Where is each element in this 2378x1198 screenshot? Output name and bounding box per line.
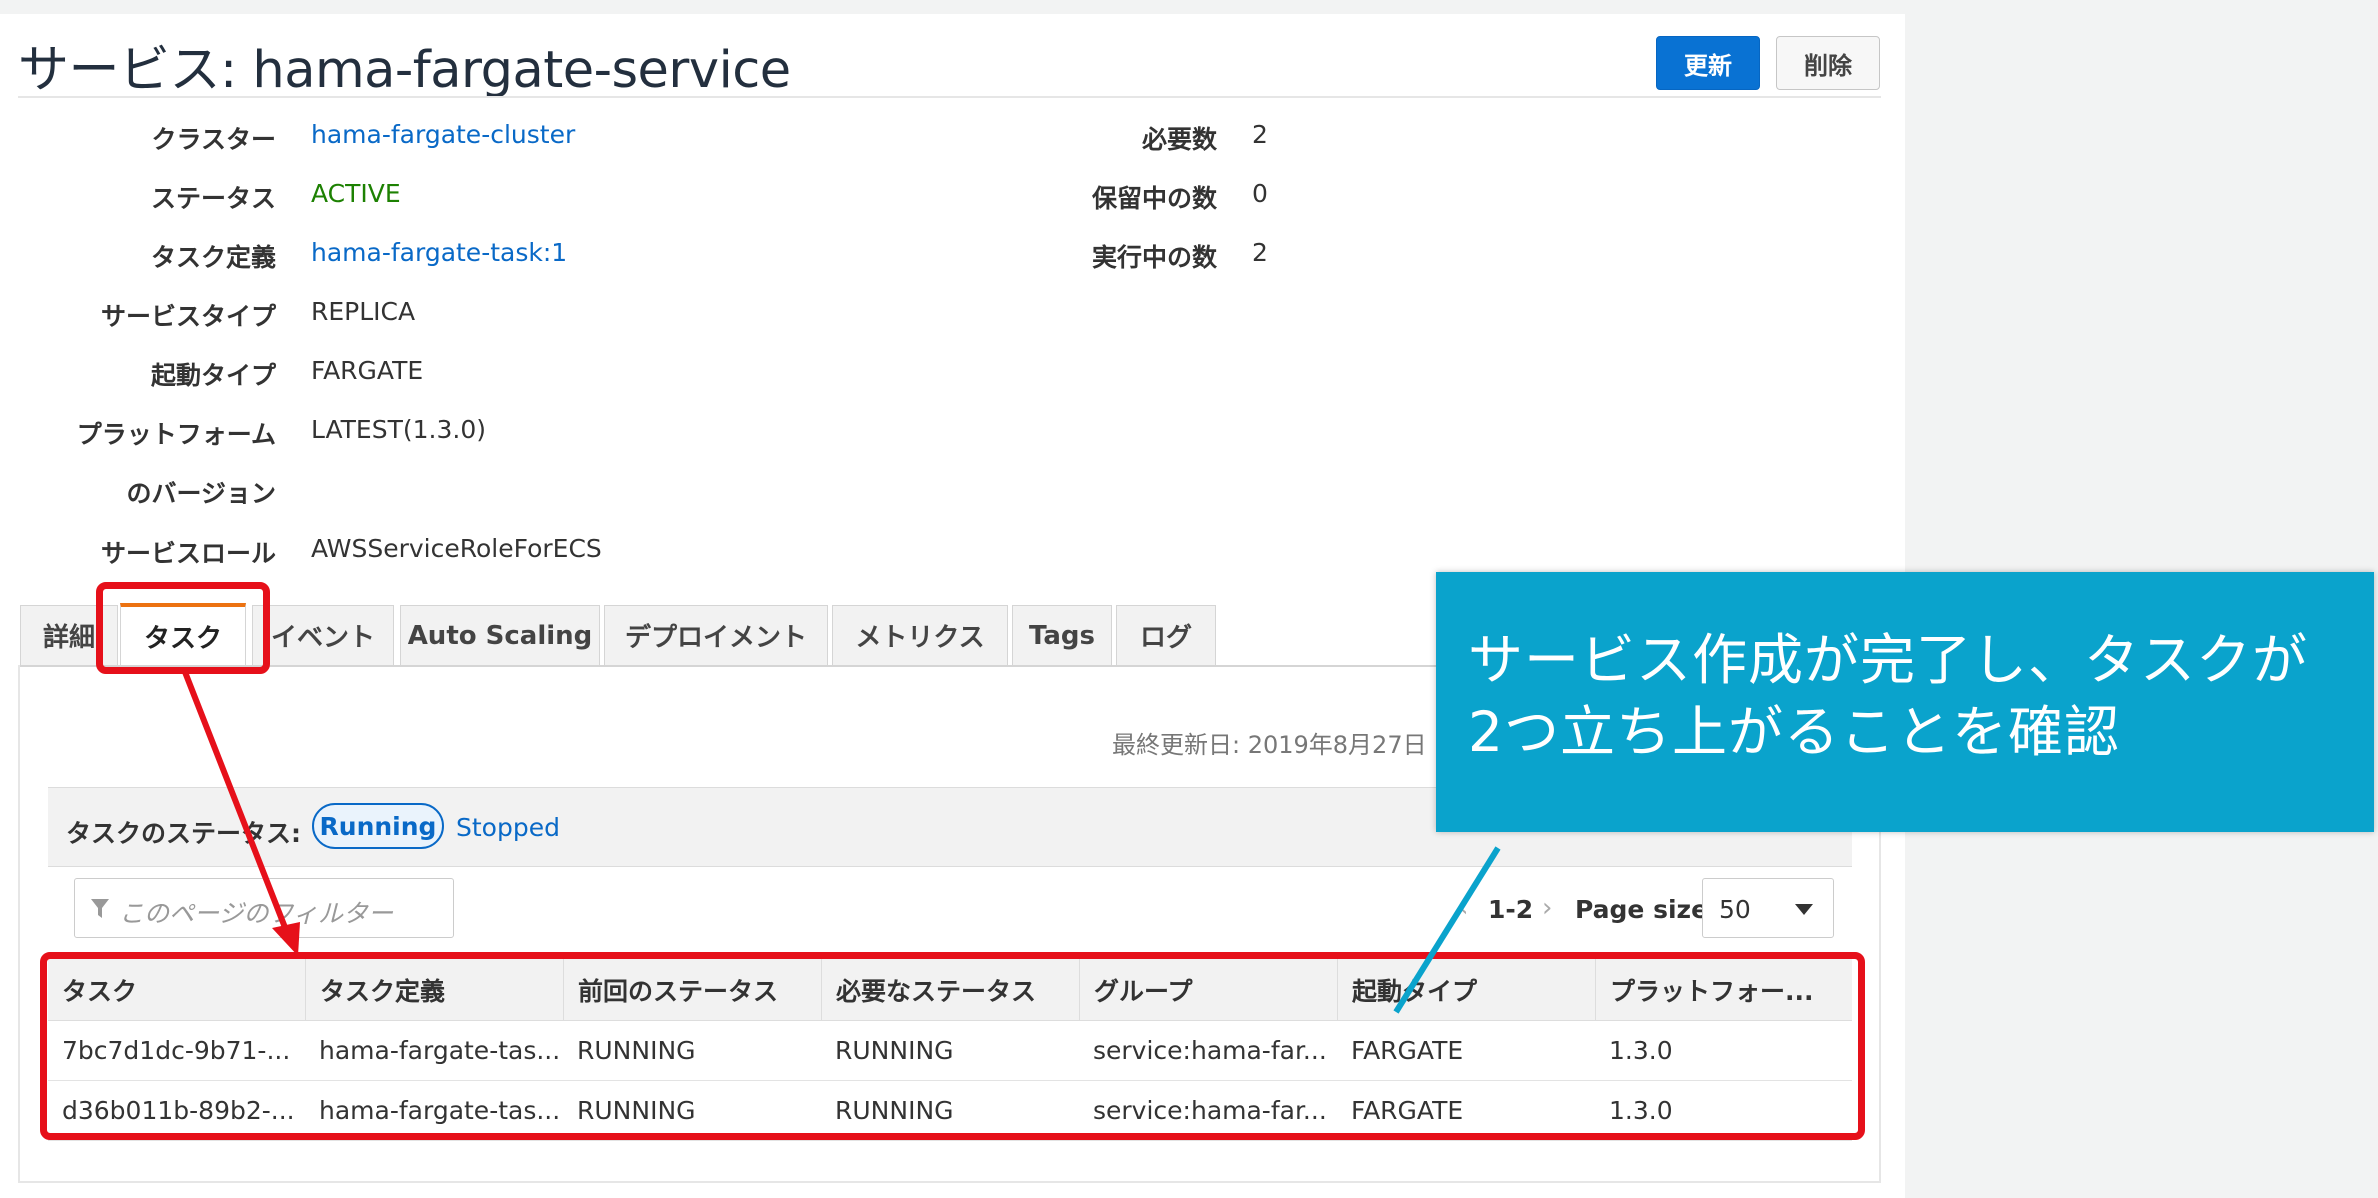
title-divider xyxy=(18,96,1881,98)
update-button[interactable]: 更新 xyxy=(1656,36,1760,90)
cluster-label: クラスター xyxy=(151,125,276,154)
desired-count-label: 必要数 xyxy=(1141,125,1217,154)
annotation-callout: サービス作成が完了し、タスクが 2つ立ち上がることを確認 xyxy=(1436,572,2374,832)
service-role-value: AWSServiceRoleForECS xyxy=(311,534,602,563)
running-filter-pill[interactable]: Running xyxy=(312,803,444,849)
filter-placeholder: このページのフィルター xyxy=(119,899,394,928)
service-role-label: サービスロール xyxy=(100,539,276,568)
status-value: ACTIVE xyxy=(311,179,401,208)
pending-count-value: 0 xyxy=(1252,179,1268,208)
prev-page-icon[interactable]: ‹ xyxy=(1458,893,1468,923)
task-definition-link[interactable]: hama-fargate-task:1 xyxy=(311,238,567,267)
funnel-icon xyxy=(91,899,109,918)
service-type-value: REPLICA xyxy=(311,297,416,326)
running-count-value: 2 xyxy=(1252,238,1268,267)
platform-label: プラットフォーム xyxy=(76,420,276,449)
filter-input[interactable]: このページのフィルター xyxy=(74,878,454,938)
launch-type-label: 起動タイプ xyxy=(150,361,276,390)
page-size-select[interactable]: 50 xyxy=(1702,878,1834,938)
stopped-filter-link[interactable]: Stopped xyxy=(456,813,560,842)
page-size-value: 50 xyxy=(1719,895,1751,924)
platform-version-label: のバージョン xyxy=(126,479,276,508)
cluster-link[interactable]: hama-fargate-cluster xyxy=(311,120,575,149)
status-label: ステータス xyxy=(150,184,276,213)
desired-count-value: 2 xyxy=(1252,120,1268,149)
page-title: サービス: hama-fargate-service xyxy=(18,41,791,100)
task-status-label: タスクのステータス: xyxy=(66,819,301,848)
platform-value: LATEST(1.3.0) xyxy=(311,415,486,444)
callout-line-1: サービス作成が完了し、タスクが xyxy=(1468,628,2309,692)
page-size-label: Page size xyxy=(1575,895,1709,924)
launch-type-value: FARGATE xyxy=(311,356,424,385)
last-updated-text: 最終更新日: 2019年8月27日 xyxy=(1112,731,1427,759)
tab-events[interactable]: イベント xyxy=(252,605,394,665)
pending-count-label: 保留中の数 xyxy=(1091,184,1217,213)
running-count-label: 実行中の数 xyxy=(1091,243,1217,272)
caret-down-icon xyxy=(1795,904,1813,915)
delete-button[interactable]: 削除 xyxy=(1776,36,1880,90)
service-type-label: サービスタイプ xyxy=(100,302,276,331)
tab-auto-scaling[interactable]: Auto Scaling xyxy=(400,605,600,665)
tab-tags[interactable]: Tags xyxy=(1012,605,1112,665)
callout-line-2: 2つ立ち上がることを確認 xyxy=(1468,700,2120,764)
next-page-icon[interactable]: › xyxy=(1542,893,1552,923)
table-highlight-box xyxy=(40,952,1865,1140)
tab-highlight-box xyxy=(96,582,270,674)
tab-deployments[interactable]: デプロイメント xyxy=(604,605,828,665)
tab-metrics[interactable]: メトリクス xyxy=(832,605,1008,665)
page-range: 1-2 xyxy=(1488,895,1534,924)
task-definition-label: タスク定義 xyxy=(150,243,276,272)
tab-logs[interactable]: ログ xyxy=(1116,605,1216,665)
callout-text: サービス作成が完了し、タスクが 2つ立ち上がることを確認 xyxy=(1468,624,2348,768)
